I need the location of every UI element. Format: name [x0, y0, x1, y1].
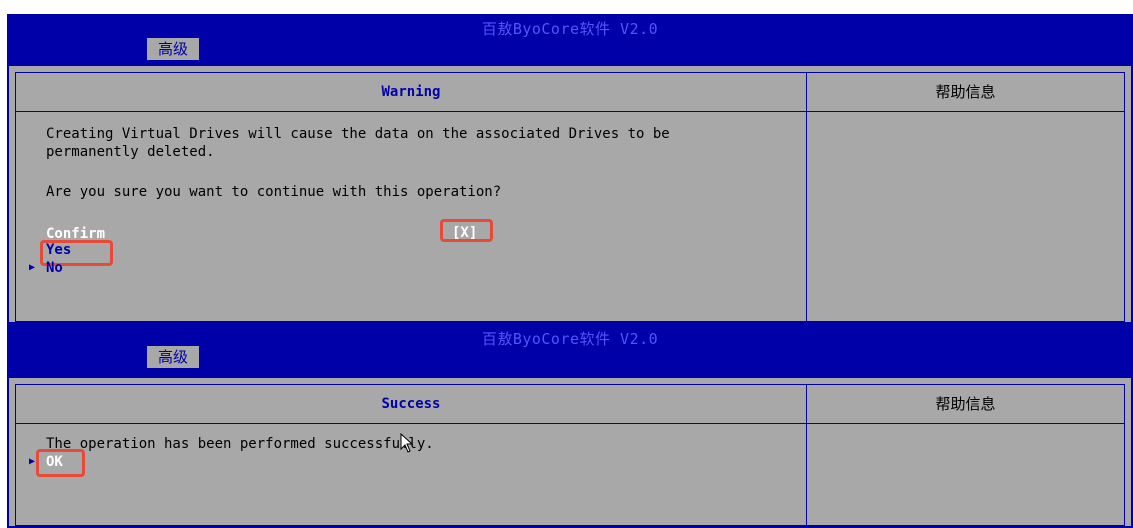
tab-advanced[interactable]: 高级: [147, 346, 199, 368]
dialog-title: Success: [16, 385, 806, 424]
warning-message-line2: permanently deleted.: [46, 144, 215, 160]
dialog-area: Success The operation has been performed…: [15, 384, 807, 526]
tab-advanced[interactable]: 高级: [147, 38, 199, 60]
selection-arrow-icon: ▶: [29, 456, 36, 467]
success-message: The operation has been performed success…: [46, 436, 434, 452]
dialog-title: Warning: [16, 73, 806, 112]
no-option[interactable]: No: [46, 259, 63, 277]
selection-arrow-icon: ▶: [29, 262, 36, 273]
bios-screen-warning: 百敖ByoCore软件 V2.0 高级 Warning Creating Vir…: [7, 14, 1133, 324]
main-panel: Success The operation has been performed…: [7, 376, 1133, 528]
mouse-cursor-icon: [400, 433, 414, 453]
help-panel: 帮助信息: [807, 72, 1125, 322]
help-panel: 帮助信息: [807, 384, 1125, 526]
ok-button-highlight: [36, 449, 85, 477]
bios-title: 百敖ByoCore软件 V2.0: [481, 20, 659, 38]
bios-screen-success: 百敖ByoCore软件 V2.0 高级 Success The operatio…: [7, 324, 1133, 528]
help-title: 帮助信息: [807, 385, 1124, 424]
dialog-area: Warning Creating Virtual Drives will cau…: [15, 72, 807, 322]
confirm-question: Are you sure you want to continue with t…: [46, 184, 502, 200]
confirm-checkbox-highlight: [440, 219, 493, 242]
main-panel: Warning Creating Virtual Drives will cau…: [7, 64, 1133, 324]
warning-message-line1: Creating Virtual Drives will cause the d…: [46, 126, 670, 142]
help-title: 帮助信息: [807, 73, 1124, 112]
